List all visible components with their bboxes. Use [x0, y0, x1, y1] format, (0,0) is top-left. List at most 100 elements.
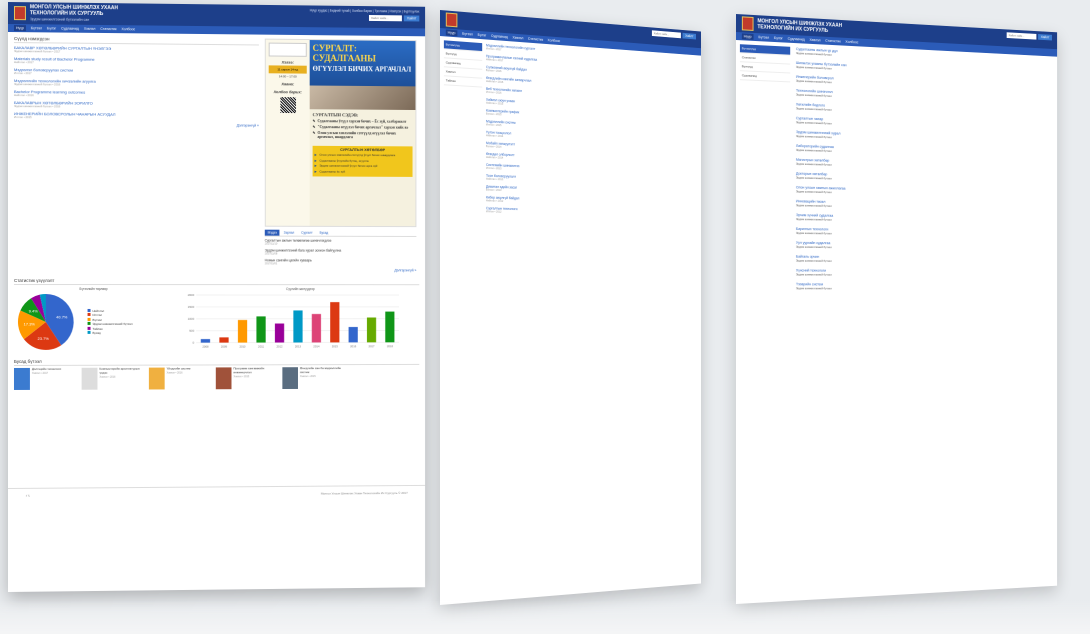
poster-program-title: СУРГАЛТЫН ХӨТӨЛБӨР: [340, 147, 386, 153]
nav-item[interactable]: Бүтээл: [758, 35, 769, 40]
poster-title-2: СУДАЛГААНЫ: [312, 52, 376, 64]
tab-news-date: 2017/11/01: [264, 262, 278, 266]
bar[interactable]: [293, 310, 303, 343]
mid-side-item[interactable]: Тайлан: [443, 76, 483, 88]
nav-item[interactable]: Бүлэг: [774, 36, 783, 40]
legend-swatch: [87, 312, 91, 316]
nav-item[interactable]: Хэвлэл: [512, 36, 523, 41]
x-tick-label: 2011: [258, 345, 264, 349]
right-list-item: Эрдэм шинжилгээний хурал Эрдэм шинжилгээн…: [796, 130, 1054, 147]
x-tick-label: 2015: [332, 344, 338, 348]
nav-item[interactable]: Статистик: [825, 39, 840, 44]
right-search-button[interactable]: Хайлт: [1038, 34, 1052, 41]
search-input[interactable]: [369, 15, 403, 22]
tab-1[interactable]: Зарлал: [281, 230, 297, 236]
book-text: Үйлдлийн систем Хэвлэл • 2016: [167, 367, 191, 389]
book-item[interactable]: Өгөгдлийн сан ба мэдээллийн систем Хэвлэл…: [282, 366, 343, 390]
right-search-input[interactable]: [1006, 32, 1037, 40]
book-item[interactable]: Компьютерийн архитектурын үндэс Хэвлэл • …: [81, 367, 143, 390]
search-button[interactable]: Хайлт: [403, 15, 420, 22]
nav-item[interactable]: Нүүр: [445, 29, 458, 37]
nav-item[interactable]: Бүлэг: [478, 33, 487, 38]
tab-news-item[interactable]: Эрдэм шинжилгээний бага хурал зохион бай…: [265, 248, 417, 256]
site-header: МОНГОЛ УЛСЫН ШИНЖЛЭХ УХААН ТЕХНОЛОГИЙН И…: [8, 2, 426, 29]
right-side-item[interactable]: Судлаачид: [739, 71, 791, 83]
mid-logo: [445, 12, 458, 28]
mid-search-button[interactable]: Хайлт: [682, 32, 697, 40]
y-tick-label: 1500: [188, 305, 195, 309]
poster-program-box: СУРГАЛТЫН ХӨТӨЛБӨР Олон улсын хэвлэлийн …: [312, 145, 413, 177]
social-icons[interactable]: f 𝕏: [26, 493, 30, 497]
book-item[interactable]: Дэлгэцийн технологи Хэвлэл • 2017: [13, 367, 76, 390]
tab-3[interactable]: Бусад: [317, 230, 331, 236]
legend-swatch: [87, 321, 91, 325]
nav-item[interactable]: Хэвлэл: [809, 38, 820, 43]
bar[interactable]: [311, 313, 322, 343]
university-logo[interactable]: [13, 6, 26, 21]
nav-item[interactable]: Судлаачид: [788, 37, 805, 42]
nav-item[interactable]: Статистик: [528, 37, 543, 42]
bar[interactable]: [330, 302, 340, 343]
book-cover: [13, 367, 30, 390]
book-item[interactable]: Программ хангамжийн инженерчлэл Хэвлэл • …: [215, 366, 277, 390]
x-tick-label: 2008: [202, 345, 209, 349]
qr-code: [279, 97, 296, 114]
nav-item[interactable]: Бүлэг: [47, 26, 56, 30]
nav-item[interactable]: Холбоос: [122, 27, 136, 31]
right-list-item: Докторын хөтөлбөр Эрдэм шинжилгээний бүтэ…: [796, 172, 1054, 186]
pie-chart-block: Бүтээлийн төрлөөр 40.7% 23.7% 17.3% 9.4% Ни…: [14, 287, 173, 355]
poster-logo: [268, 42, 307, 57]
bar[interactable]: [219, 337, 229, 343]
book-text: Өгөгдлийн сан ба мэдээллийн систем Хэвлэл…: [300, 366, 343, 389]
tab-2[interactable]: Сургалт: [298, 230, 315, 236]
bar[interactable]: [256, 316, 266, 343]
nav-item[interactable]: Бүтээл: [31, 26, 42, 30]
right-item-list: Судалгааны ажлын үр дүн Эрдэм шинжилгээни…: [796, 47, 1054, 297]
top-links[interactable]: Нүүр хуудас | Бидний тухай | Холбоо бари…: [310, 8, 419, 13]
pie-chart: 40.7% 23.7% 17.3% 9.4%: [18, 294, 74, 351]
site-title-text: МОНГОЛ УЛСЫН ШИНЖЛЭХ УХААН ТЕХНОЛОГИЙН И…: [29, 4, 118, 18]
bar[interactable]: [366, 317, 377, 343]
book-title: Программ хангамжийн инженерчлэл: [233, 366, 265, 375]
tab-news-item[interactable]: Номын сангийн цагийн хуваарь 2017/11/01: [265, 258, 417, 266]
training-poster[interactable]: Хэзээ: 11 сарын 14-нд 14:00 – 17:00 Хаан…: [264, 38, 417, 228]
copyright-text: Монгол Улсын Шинжлэх Ухаан Технологийн И…: [320, 490, 408, 496]
tabs-more-link[interactable]: Дэлгэрэнгүй »: [265, 268, 416, 272]
x-tick-label: 2014: [313, 344, 319, 348]
nav-item[interactable]: Судлаачид: [491, 34, 508, 39]
book-meta: Хэвлэл • 2015: [233, 374, 250, 378]
nav-item[interactable]: Статистик: [100, 27, 116, 31]
tab-0[interactable]: Мэдээ: [264, 229, 280, 236]
legend-label: Эрдэм шинжилгээний бүтээл: [92, 321, 133, 326]
tab-news-item[interactable]: Сургалтын ажлын төлөвлөгөө шинэчлэгдлээ 2…: [265, 239, 417, 247]
nav-item[interactable]: Нүүр: [13, 25, 26, 32]
nav-item[interactable]: Хэвлэл: [84, 27, 96, 31]
right-logo: [741, 16, 754, 31]
nav-item[interactable]: Нүүр: [741, 33, 754, 40]
book-item[interactable]: Үйлдлийн систем Хэвлэл • 2016: [148, 367, 210, 390]
bar[interactable]: [200, 339, 211, 343]
poster-topic-item: "Судалгааны өгүүлэл бичих аргачлал" хэрх…: [313, 125, 413, 130]
book-cover: [148, 367, 165, 390]
nav-item[interactable]: Бүтээл: [462, 32, 473, 37]
pie-legend: Нийтлэл Илтгэл Бүтээл Эрдэм шинжилгээний бү…: [87, 308, 133, 335]
mid-sidebar: Бүтээлүүд Бүлгүүд Судлаачид Хэвлэл Тайлан: [443, 40, 483, 217]
more-link[interactable]: Дэлгэрэнгүй »: [14, 122, 259, 128]
poster-topics: СУРГАЛТЫН СЭДЭВ: Судалгааны ўгүүл хэрхэн…: [310, 109, 416, 144]
x-tick-label: 2017: [369, 344, 375, 348]
news-meta: Эрдэм шинжилгээний бүтээл • 2016: [13, 82, 61, 87]
right-list-item: Байгаль орчин Эрдэм шинжилгээний бүтээл: [796, 255, 1054, 265]
book-cover: [81, 367, 98, 390]
bar[interactable]: [274, 323, 285, 343]
nav-item[interactable]: Холбоос: [845, 40, 858, 45]
right-item-meta: Эрдэм шинжилгээний бүтээл: [795, 272, 832, 277]
bar[interactable]: [237, 319, 248, 343]
nav-item[interactable]: Холбоос: [548, 38, 561, 43]
nav-item[interactable]: Судлаачид: [61, 27, 79, 31]
bar[interactable]: [348, 326, 358, 343]
poster-title-1: СУРГАЛТ:: [312, 43, 357, 54]
mid-search-input[interactable]: [651, 30, 681, 39]
y-tick-label: 500: [189, 329, 194, 333]
poster-program-item: Эрдэм шинжилгээний ўгүүл бичих арга зүй: [315, 164, 411, 168]
bar[interactable]: [385, 311, 395, 343]
